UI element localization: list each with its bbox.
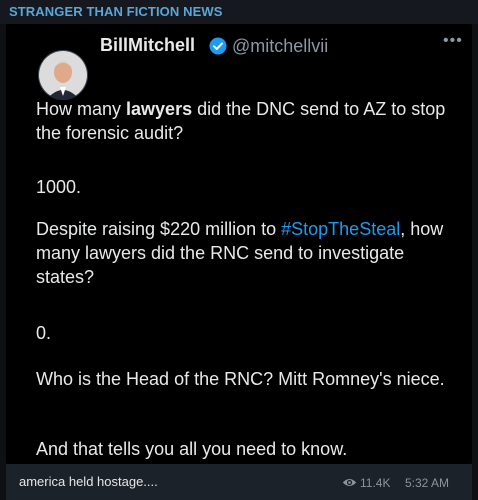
message-caption-bar: america held hostage.... 11.4K 5:32 AM xyxy=(6,464,472,500)
tweet-paragraph-1: How many lawyers did the DNC send to AZ … xyxy=(36,99,446,143)
tweet-paragraph-6: And that tells you all you need to know. xyxy=(36,439,348,459)
message-caption: america held hostage.... xyxy=(19,474,158,489)
avatar-image xyxy=(38,50,88,100)
more-horizontal-icon[interactable]: ••• xyxy=(443,32,463,50)
eye-icon xyxy=(342,479,357,486)
verified-badge-icon xyxy=(209,37,227,55)
author-name[interactable]: BillMitchell xyxy=(100,35,195,56)
avatar xyxy=(38,50,88,100)
tweet-paragraph-3: Despite raising $220 million to #StopThe… xyxy=(36,219,444,287)
post-time: 5:32 AM xyxy=(405,476,450,490)
tweet-paragraph-5: Who is the Head of the RNC? Mitt Romney'… xyxy=(36,369,445,389)
hashtag-link[interactable]: #StopTheSteal xyxy=(281,219,400,239)
tweet-paragraph-4: 0. xyxy=(36,323,52,343)
channel-header: STRANGER THAN FICTION NEWS xyxy=(0,0,478,24)
tweet-screenshot[interactable]: BillMitchell @mitchellvii ••• How many l… xyxy=(6,24,472,464)
tweet-paragraph-2: 1000. xyxy=(36,177,82,197)
views-count: 11.4K xyxy=(360,476,391,490)
right-margin xyxy=(472,24,478,500)
channel-name[interactable]: STRANGER THAN FICTION NEWS xyxy=(9,4,222,19)
author-handle[interactable]: @mitchellvii xyxy=(232,36,328,57)
